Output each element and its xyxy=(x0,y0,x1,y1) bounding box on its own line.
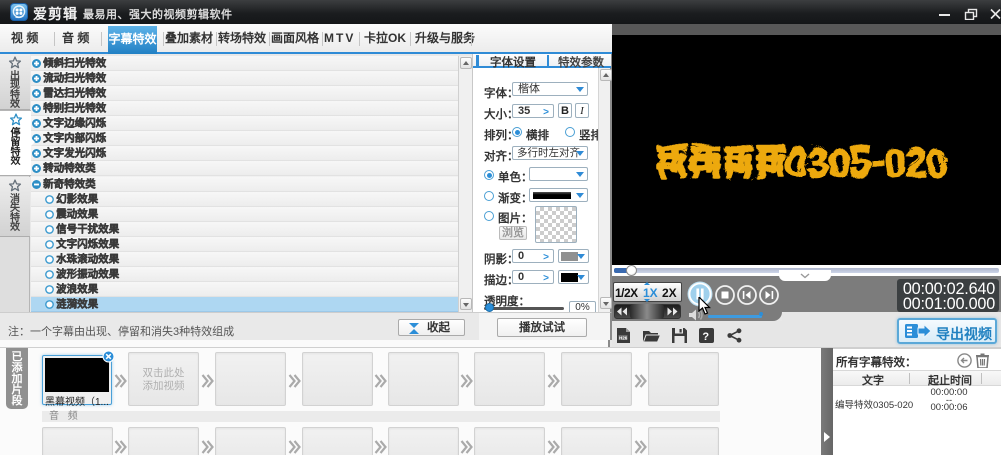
svg-text:0305-020: 0305-020 xyxy=(783,139,944,182)
svg-text:?: ? xyxy=(702,331,709,343)
svg-text:H26: H26 xyxy=(619,336,628,341)
